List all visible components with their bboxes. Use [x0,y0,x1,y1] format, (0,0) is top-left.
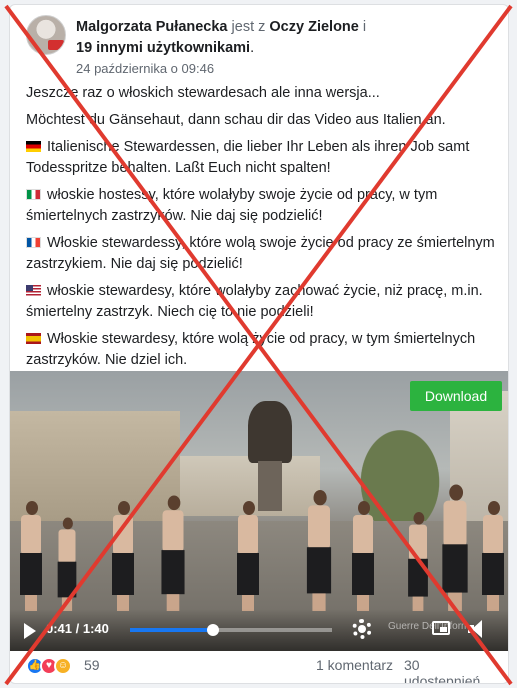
volume-icon[interactable] [468,620,484,638]
post-text: Jeszcze raz o włoskich stewardesach ale … [26,83,501,377]
post-card: Malgorzata Pułanecka jest z Oczy Zielone… [9,4,509,684]
italy-flag-icon [26,189,41,200]
video-statue-base [258,461,282,511]
france-flag-icon [26,237,41,248]
author-name[interactable]: Malgorzata Pułanecka [76,19,228,35]
video-figure [110,501,136,611]
text-it: włoskie hostessy, które wolałyby swoje ż… [26,187,438,224]
shares-count[interactable]: 30 udostępnień [404,657,496,683]
video-progress-knob[interactable] [206,624,219,636]
reaction-count[interactable]: 59 [84,657,100,673]
avatar[interactable] [26,15,66,55]
video-time: 0:41 / 1:40 [46,621,109,636]
text-line-2: Möchtest du Gänsehaut, dann schau dir da… [26,112,446,128]
text-fr: Włoskie stewardessy, które wolą swoje ży… [26,235,495,272]
usa-flag-icon [26,285,41,296]
video-statue [248,401,292,463]
play-icon[interactable] [24,623,36,639]
video-figure [56,517,78,611]
others-end: . [250,40,255,56]
others-link[interactable]: 19 innymi użytkownikami [76,40,250,56]
picture-in-picture-icon[interactable] [432,621,450,635]
post-footer: 👍 ♥ ☺ 59 1 komentarz 30 udostępnień [26,655,496,683]
video-figure [440,484,470,611]
video-controls: 0:41 / 1:40 Guerre Dell'Inform [10,609,508,651]
video-figure [406,512,429,611]
post-header: Malgorzata Pułanecka jest z Oczy Zielone… [26,15,496,76]
video-progress-bar[interactable] [130,624,332,636]
and-text: i [362,19,367,35]
video-player[interactable]: Download 0:41 / 1:40 Guerre Dell'Inform [10,371,508,651]
video-figure [350,501,376,611]
video-figure [305,490,334,611]
video-figure [235,501,261,611]
reactions[interactable]: 👍 ♥ ☺ [26,657,86,677]
care-reaction-icon: ☺ [54,657,72,675]
download-button[interactable]: Download [410,381,502,411]
connector-text: jest z [231,19,266,35]
comments-count[interactable]: 1 komentarz [316,657,393,673]
spain-flag-icon [26,333,41,344]
flag-badge-icon [48,40,64,50]
author-line: Malgorzata Pułanecka jest z Oczy Zielone… [76,17,496,59]
video-figure [18,501,44,611]
video-progress-fill [130,628,213,632]
video-figure [159,495,186,611]
text-de: Italienische Stewardessen, die lieber Ih… [26,139,470,176]
germany-flag-icon [26,141,41,152]
video-figure [480,501,506,611]
post-date[interactable]: 24 października o 09:46 [76,61,214,76]
group-name[interactable]: Oczy Zielone [269,19,358,35]
video-watermark: Guerre Dell'Inform [388,621,470,632]
text-line-1: Jeszcze raz o włoskich stewardesach ale … [26,85,380,101]
gear-icon[interactable] [352,619,372,639]
text-es: Włoskie stewardesy, które wolą życie od … [26,331,476,368]
text-us: włoskie stewardesy, które wolałyby zacho… [26,283,483,320]
